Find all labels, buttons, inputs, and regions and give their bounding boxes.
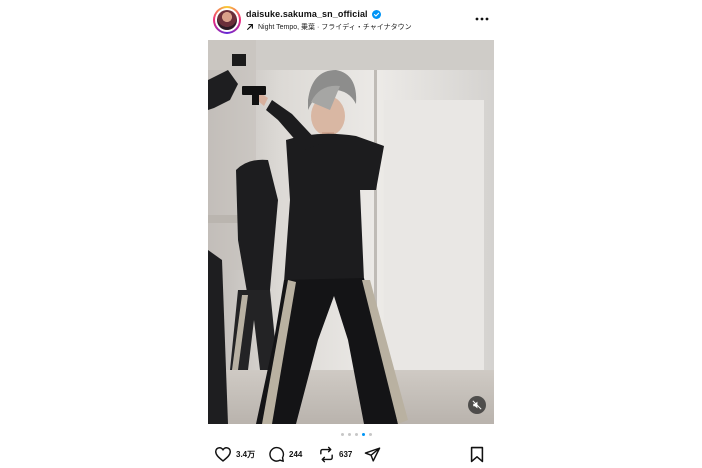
post-photo[interactable]: [208, 40, 494, 424]
carousel-dot[interactable]: [355, 433, 358, 436]
more-horizontal-icon: [475, 17, 489, 21]
heart-icon: [214, 447, 232, 462]
photo-illustration: [208, 40, 494, 424]
carousel-indicator: [341, 433, 372, 436]
avatar-image: [217, 10, 237, 30]
post-action-bar: 3.4万 244 637: [214, 444, 490, 464]
post-header: daisuke.sakuma_sn_official Night Tempo, …: [208, 4, 496, 36]
comment-count: 244: [289, 449, 303, 459]
mute-toggle-button[interactable]: [468, 396, 486, 414]
carousel-dot[interactable]: [348, 433, 351, 436]
share-button[interactable]: [364, 444, 381, 464]
verified-badge-icon: [371, 9, 381, 19]
carousel-dot[interactable]: [341, 433, 344, 436]
speaker-muted-icon: [472, 400, 482, 410]
bookmark-icon: [470, 446, 484, 462]
more-options-button[interactable]: [474, 12, 490, 26]
repost-icon: [320, 446, 333, 462]
carousel-dot-active[interactable]: [362, 433, 365, 436]
repost-count: 637: [339, 449, 353, 459]
carousel-dot[interactable]: [369, 433, 372, 436]
audio-attribution[interactable]: Night Tempo, 乗葉 · フライディ・チャイナタウン: [246, 22, 412, 32]
arrow-up-right-icon: [247, 24, 253, 30]
paper-plane-icon: [364, 446, 381, 462]
comment-bubble-icon: [269, 446, 285, 462]
username-row: daisuke.sakuma_sn_official: [246, 9, 381, 19]
like-count: 3.4万: [236, 449, 256, 459]
like-button[interactable]: 3.4万: [214, 444, 255, 464]
comment-button[interactable]: 244: [268, 444, 302, 464]
username-link[interactable]: daisuke.sakuma_sn_official: [246, 9, 368, 19]
save-button[interactable]: [470, 444, 484, 464]
avatar[interactable]: [213, 6, 241, 34]
repost-button[interactable]: 637: [318, 444, 352, 464]
audio-track-label: Night Tempo, 乗葉 · フライディ・チャイナタウン: [258, 24, 412, 31]
